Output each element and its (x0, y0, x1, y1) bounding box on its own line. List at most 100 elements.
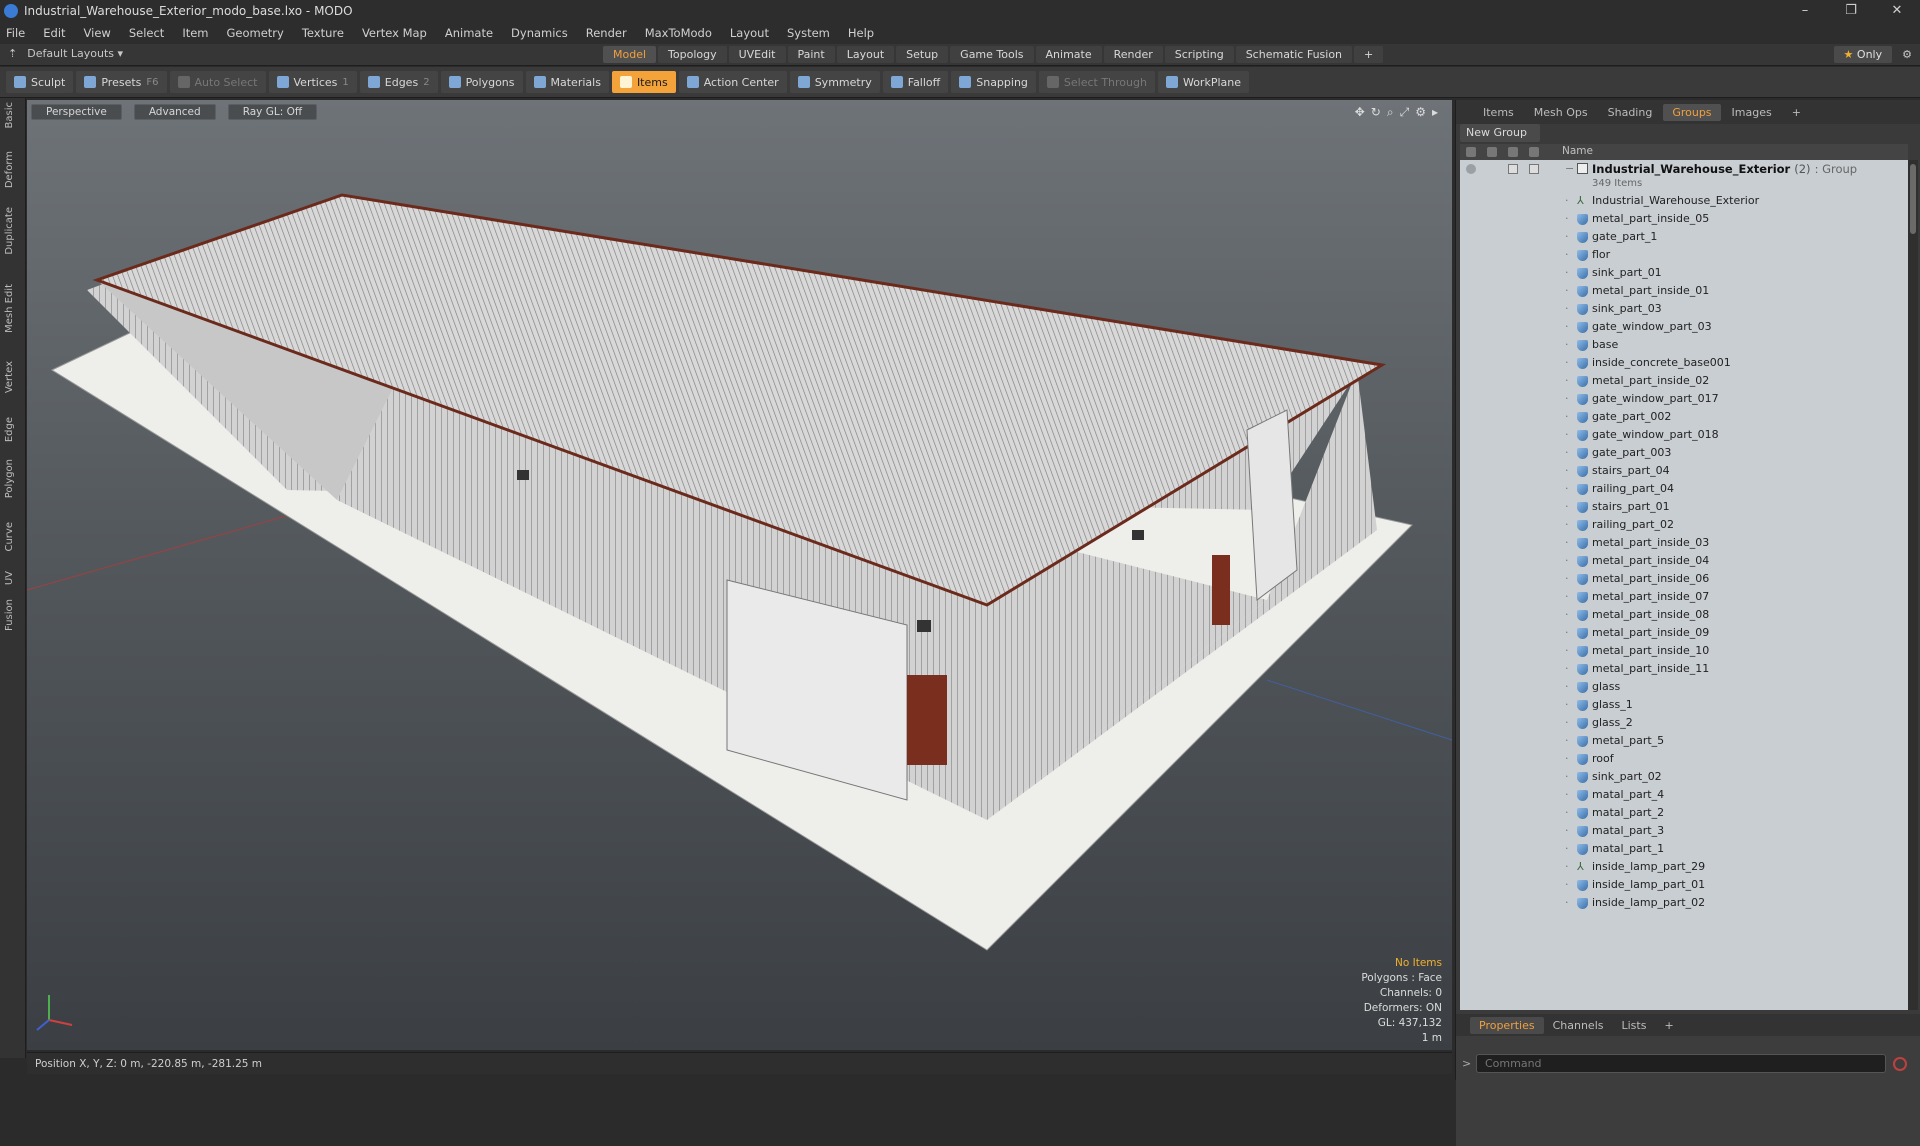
left-tab-basic[interactable]: Basic (4, 102, 15, 128)
default-layouts-dropdown[interactable]: Default Layouts ▾ (27, 47, 123, 60)
menu-geometry[interactable]: Geometry (227, 26, 284, 40)
polygons-button[interactable]: Polygons (440, 71, 523, 93)
collapse-arrow-icon[interactable]: − (1565, 160, 1574, 178)
list-item[interactable]: · metal_part_inside_01 (1460, 282, 1908, 300)
left-tab-edge[interactable]: Edge (4, 417, 15, 442)
close-button[interactable]: ✕ (1874, 0, 1920, 22)
left-tab-vertex[interactable]: Vertex (4, 361, 15, 393)
panel-tab-images[interactable]: Images (1723, 104, 1781, 121)
list-item[interactable]: · gate_window_part_03 (1460, 318, 1908, 336)
panel-tab-items[interactable]: Items (1474, 104, 1523, 121)
list-item[interactable]: · glass_2 (1460, 714, 1908, 732)
layout-tab-uvedit[interactable]: UVEdit (728, 46, 786, 63)
list-item[interactable]: · gate_window_part_018 (1460, 426, 1908, 444)
list-item[interactable]: · metal_part_inside_11 (1460, 660, 1908, 678)
3d-viewport[interactable]: Perspective Advanced Ray GL: Off ✥ ↻ ⌕ ⤢… (27, 100, 1452, 1050)
menu-texture[interactable]: Texture (302, 26, 344, 40)
layout-tab-paint[interactable]: Paint (787, 46, 835, 63)
menu-animate[interactable]: Animate (445, 26, 493, 40)
name-column-header[interactable]: Name (1562, 145, 1593, 157)
panel-tab-groups[interactable]: Groups (1663, 103, 1721, 121)
visibility-eye-icon[interactable] (1466, 164, 1476, 174)
command-input[interactable] (1476, 1054, 1886, 1073)
layout-tab-layout[interactable]: Layout (836, 46, 895, 63)
materials-button[interactable]: Materials (525, 71, 609, 93)
sculpt-button[interactable]: Sculpt (6, 71, 74, 93)
left-tab-fusion[interactable]: Fusion (4, 599, 15, 631)
groups-scrollbar[interactable] (1908, 160, 1918, 1010)
lock-header-icon[interactable] (1508, 147, 1518, 157)
group-row[interactable]: − Industrial_Warehouse_Exterior (2) : Gr… (1460, 160, 1908, 192)
auto-select-button[interactable]: Auto Select (169, 71, 266, 93)
list-item[interactable]: · metal_part_inside_09 (1460, 624, 1908, 642)
falloff-button[interactable]: Falloff (882, 71, 949, 93)
raygl-toggle[interactable]: Ray GL: Off (227, 104, 318, 120)
scrollbar-thumb[interactable] (1910, 164, 1916, 234)
add-layout-tab-button[interactable]: + (1354, 46, 1384, 63)
list-item[interactable]: · metal_part_5 (1460, 732, 1908, 750)
menu-item[interactable]: Item (182, 26, 208, 40)
select-header-icon[interactable] (1529, 147, 1539, 157)
list-item[interactable]: · matal_part_1 (1460, 840, 1908, 858)
list-item[interactable]: · metal_part_inside_02 (1460, 372, 1908, 390)
list-item[interactable]: · roof (1460, 750, 1908, 768)
list-item[interactable]: · railing_part_02 (1460, 516, 1908, 534)
left-tab-polygon[interactable]: Polygon (4, 459, 15, 498)
panel-tab-shading[interactable]: Shading (1599, 104, 1662, 121)
list-item[interactable]: · matal_part_3 (1460, 822, 1908, 840)
viewport-expand-icon[interactable]: ▸ (1432, 105, 1438, 120)
panel-tab-add[interactable]: + (1783, 104, 1810, 121)
list-item[interactable]: · matal_part_2 (1460, 804, 1908, 822)
menu-layout[interactable]: Layout (730, 26, 769, 40)
list-item[interactable]: · gate_part_003 (1460, 444, 1908, 462)
layout-tab-animate[interactable]: Animate (1035, 46, 1102, 63)
props-tab-lists[interactable]: Lists (1613, 1017, 1656, 1034)
restore-button[interactable]: ❐ (1828, 0, 1874, 22)
fit-view-icon[interactable]: ⤢ (1400, 105, 1410, 120)
select-checkbox[interactable] (1529, 164, 1539, 174)
layout-tab-schematic-fusion[interactable]: Schematic Fusion (1235, 46, 1353, 63)
list-item[interactable]: · metal_part_inside_04 (1460, 552, 1908, 570)
layout-tab-render[interactable]: Render (1103, 46, 1163, 63)
menu-vertex-map[interactable]: Vertex Map (362, 26, 427, 40)
menu-help[interactable]: Help (848, 26, 874, 40)
panel-tab-mesh-ops[interactable]: Mesh Ops (1525, 104, 1597, 121)
layout-tab-scripting[interactable]: Scripting (1164, 46, 1234, 63)
list-item[interactable]: · sink_part_03 (1460, 300, 1908, 318)
list-item[interactable]: · metal_part_inside_10 (1460, 642, 1908, 660)
move-view-icon[interactable]: ✥ (1355, 105, 1365, 120)
workplane-button[interactable]: WorkPlane (1157, 71, 1249, 93)
lock-checkbox[interactable] (1508, 164, 1518, 174)
vertices-button[interactable]: Vertices 1 (268, 71, 357, 93)
left-tab-duplicate[interactable]: Duplicate (4, 207, 15, 255)
minimize-button[interactable]: – (1782, 0, 1828, 22)
items-button[interactable]: Items (611, 71, 676, 93)
only-toggle[interactable]: ★ Only (1833, 46, 1893, 63)
rotate-view-icon[interactable]: ↻ (1371, 105, 1381, 120)
menu-edit[interactable]: Edit (43, 26, 65, 40)
props-tab-add[interactable]: + (1655, 1017, 1682, 1034)
list-item[interactable]: · metal_part_inside_06 (1460, 570, 1908, 588)
left-tab-mesh-edit[interactable]: Mesh Edit (4, 284, 15, 333)
layout-tab-topology[interactable]: Topology (658, 46, 727, 63)
command-clear-icon[interactable] (1893, 1057, 1907, 1071)
layout-tab-setup[interactable]: Setup (896, 46, 949, 63)
list-item[interactable]: · base (1460, 336, 1908, 354)
action-center-button[interactable]: Action Center (678, 71, 787, 93)
visibility-header-icon[interactable] (1466, 147, 1476, 157)
list-item[interactable]: · metal_part_inside_08 (1460, 606, 1908, 624)
menu-maxtomodo[interactable]: MaxToModo (645, 26, 712, 40)
list-item[interactable]: · glass_1 (1460, 696, 1908, 714)
menu-select[interactable]: Select (129, 26, 164, 40)
new-group-button[interactable]: New Group (1460, 124, 1540, 142)
menu-render[interactable]: Render (586, 26, 627, 40)
list-item[interactable]: · ⅄ inside_lamp_part_29 (1460, 858, 1908, 876)
list-item[interactable]: · matal_part_4 (1460, 786, 1908, 804)
gear-icon[interactable]: ⚙ (1902, 48, 1912, 61)
list-item[interactable]: · sink_part_01 (1460, 264, 1908, 282)
list-item[interactable]: · sink_part_02 (1460, 768, 1908, 786)
edges-button[interactable]: Edges 2 (359, 71, 438, 93)
render-header-icon[interactable] (1487, 147, 1497, 157)
list-item[interactable]: · metal_part_inside_05 (1460, 210, 1908, 228)
left-tab-uv[interactable]: UV (4, 571, 15, 585)
